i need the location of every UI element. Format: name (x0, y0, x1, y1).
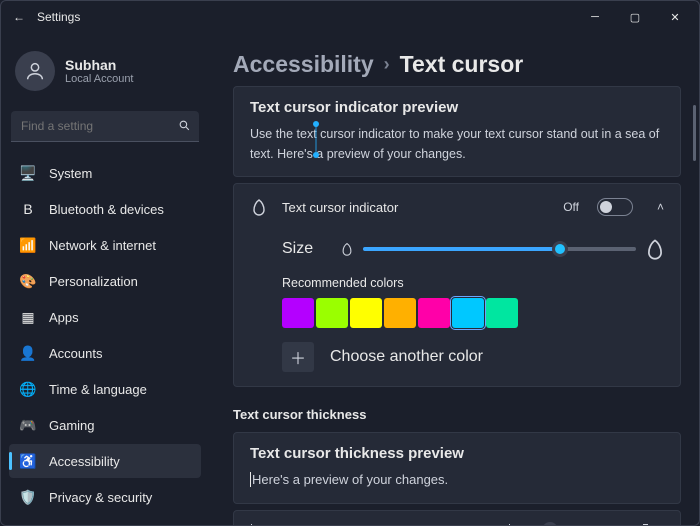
nav-icon: 🛡️ (19, 488, 37, 506)
chevron-right-icon: › (384, 54, 390, 75)
indicator-toggle-state: Off (563, 200, 579, 214)
size-slider-group (341, 238, 664, 260)
sidebar-item-label: Apps (49, 310, 79, 325)
close-button[interactable]: ✕ (655, 3, 695, 31)
sidebar-item-label: Gaming (49, 418, 95, 433)
nav-icon: 👤 (19, 344, 37, 362)
sidebar-item-label: Network & internet (49, 238, 156, 253)
minimize-button[interactable]: ─ (575, 3, 615, 31)
choose-color-label: Choose another color (330, 348, 483, 366)
thickness-preview-text: Here's a preview of your changes. (250, 470, 664, 491)
nav-list: 🖥️ System B Bluetooth & devices 📶 Network & i… (9, 156, 201, 526)
size-max-icon (646, 238, 664, 260)
nav-icon: 📶 (19, 236, 37, 254)
content-pane: Accessibility › Text cursor Text cursor … (209, 33, 699, 525)
color-swatch[interactable] (452, 298, 484, 328)
window-title: Settings (33, 10, 80, 24)
breadcrumb: Accessibility › Text cursor (209, 33, 699, 86)
sidebar-item-windows-update[interactable]: 🔄Windows Update (9, 516, 201, 526)
nav-icon: 🌐 (19, 380, 37, 398)
recommended-colors-label: Recommended colors (234, 274, 680, 298)
thickness-label: Text cursor thickness (282, 523, 403, 525)
color-swatch[interactable] (350, 298, 382, 328)
nav-icon: 🖥️ (19, 164, 37, 182)
thickness-heading: Text cursor thickness (233, 393, 681, 432)
sidebar-item-gaming[interactable]: 🎮 Gaming (9, 408, 201, 442)
search-icon (178, 119, 191, 135)
thickness-row: Ab Text cursor thickness Ab Ab (234, 511, 680, 525)
nav-icon: 🎨 (19, 272, 37, 290)
size-row: Size (234, 230, 680, 274)
sidebar-item-apps[interactable]: ▦ Apps (9, 300, 201, 334)
sidebar-item-privacy-security[interactable]: 🛡️ Privacy & security (9, 480, 201, 514)
breadcrumb-leaf: Text cursor (400, 51, 524, 78)
sidebar-item-label: Time & language (49, 382, 147, 397)
size-label: Size (282, 240, 313, 258)
avatar (15, 51, 55, 91)
cursor-indicator-icon (250, 198, 268, 216)
sidebar-item-bluetooth-devices[interactable]: B Bluetooth & devices (9, 192, 201, 226)
nav-icon: B (19, 200, 37, 218)
sidebar-item-time-language[interactable]: 🌐 Time & language (9, 372, 201, 406)
color-swatch[interactable] (384, 298, 416, 328)
thickness-min-icon: Ab (509, 523, 526, 525)
nav-icon: 🎮 (19, 416, 37, 434)
size-slider[interactable] (363, 247, 636, 251)
color-swatch[interactable] (486, 298, 518, 328)
indicator-preview-text: Use the text cursor indicator to make yo… (250, 124, 664, 164)
color-swatch-row (234, 298, 680, 342)
sidebar-item-label: System (49, 166, 92, 181)
breadcrumb-root[interactable]: Accessibility (233, 51, 374, 78)
color-swatch[interactable] (282, 298, 314, 328)
sidebar: Subhan Local Account 🖥️ System B Bluetooth … (1, 33, 209, 525)
indicator-toggle-label: Text cursor indicator (282, 200, 398, 215)
choose-color-row[interactable]: ＋ Choose another color (282, 342, 664, 372)
titlebar: ← Settings ─ ▢ ✕ (1, 1, 699, 33)
thickness-preview-title: Text cursor thickness preview (250, 445, 664, 462)
search-input[interactable] (11, 111, 199, 142)
sidebar-item-personalization[interactable]: 🎨 Personalization (9, 264, 201, 298)
search-container (11, 111, 199, 142)
sidebar-item-label: Privacy & security (49, 490, 152, 505)
color-swatch[interactable] (418, 298, 450, 328)
cursor-indicator-line-icon (315, 126, 317, 152)
thickness-max-icon: Ab (643, 523, 664, 525)
plus-icon[interactable]: ＋ (282, 342, 314, 372)
indicator-toggle-row[interactable]: Text cursor indicator Off ˄ (234, 184, 680, 230)
indicator-toggle[interactable] (597, 198, 633, 216)
back-button[interactable]: ← (5, 10, 33, 24)
sidebar-item-label: Bluetooth & devices (49, 202, 164, 217)
nav-icon: ▦ (19, 308, 37, 326)
sidebar-item-system[interactable]: 🖥️ System (9, 156, 201, 190)
profile-name: Subhan (65, 57, 134, 73)
chevron-up-icon[interactable]: ˄ (657, 200, 664, 214)
profile-subtitle: Local Account (65, 73, 134, 85)
sidebar-item-label: Accounts (49, 346, 102, 361)
size-min-icon (341, 242, 353, 256)
indicator-preview-title: Text cursor indicator preview (250, 99, 664, 116)
indicator-settings-card: Text cursor indicator Off ˄ Size (233, 183, 681, 387)
thickness-preview-card: Text cursor thickness preview Here's a p… (233, 432, 681, 504)
cursor-indicator-bottom-icon (313, 152, 319, 158)
nav-icon: ♿ (19, 452, 37, 470)
sidebar-item-label: Personalization (49, 274, 138, 289)
indicator-preview-card: Text cursor indicator preview Use the te… (233, 86, 681, 177)
color-swatch[interactable] (316, 298, 348, 328)
sidebar-item-label: Accessibility (49, 454, 120, 469)
thickness-thin-icon: Ab (250, 523, 268, 525)
scrollbar-thumb[interactable] (693, 105, 696, 161)
profile-block[interactable]: Subhan Local Account (9, 41, 201, 107)
thickness-slider-card: Ab Text cursor thickness Ab Ab (233, 510, 681, 525)
sidebar-item-accessibility[interactable]: ♿ Accessibility (9, 444, 201, 478)
sidebar-item-accounts[interactable]: 👤 Accounts (9, 336, 201, 370)
sidebar-item-network-internet[interactable]: 📶 Network & internet (9, 228, 201, 262)
maximize-button[interactable]: ▢ (615, 3, 655, 31)
